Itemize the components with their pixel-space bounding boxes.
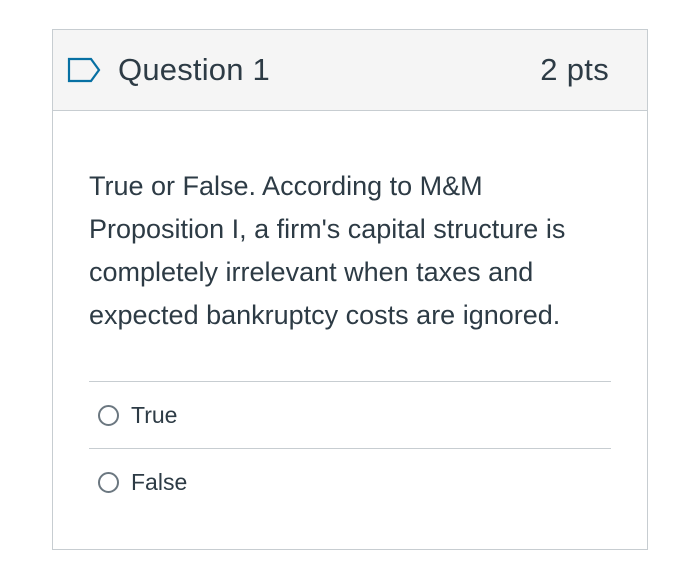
answer-option-true[interactable]: True (89, 382, 611, 449)
question-title: Question 1 (118, 52, 270, 87)
question-points: 2 pts (540, 52, 609, 87)
question-card: Question 1 2 pts True or False. Accordin… (52, 29, 648, 550)
flag-icon[interactable] (67, 56, 103, 84)
question-header: Question 1 2 pts (53, 30, 647, 111)
radio-button-icon[interactable] (98, 404, 119, 426)
answer-label[interactable]: True (131, 402, 177, 429)
radio-button-icon[interactable] (98, 472, 119, 493)
question-body: True or False. According to M&M Proposit… (53, 111, 647, 516)
answer-option-false[interactable]: False (89, 449, 611, 516)
question-text: True or False. According to M&M Proposit… (89, 171, 566, 330)
answer-list: True False (89, 381, 611, 516)
answer-label[interactable]: False (131, 469, 187, 496)
